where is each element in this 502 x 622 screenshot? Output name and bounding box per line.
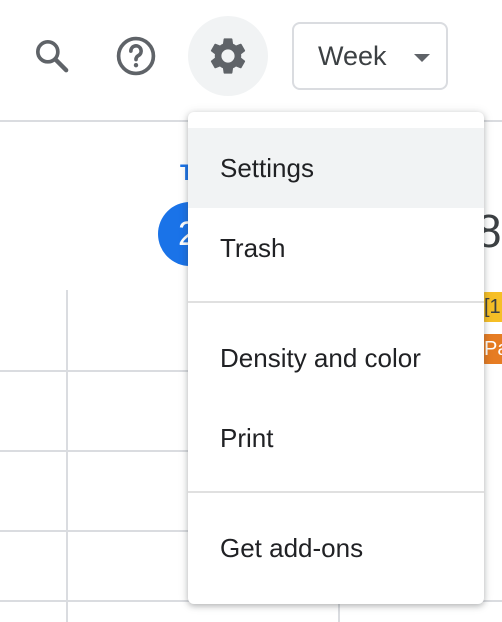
- view-select-dropdown[interactable]: Week: [292, 22, 448, 90]
- menu-divider: [188, 491, 484, 493]
- gear-icon: [210, 38, 246, 74]
- event-chip[interactable]: [1: [482, 292, 502, 322]
- settings-menu-button[interactable]: [188, 16, 268, 96]
- menu-item-density-and-color[interactable]: Density and color: [188, 318, 484, 398]
- grid-line: [0, 370, 190, 372]
- help-icon: [116, 36, 156, 76]
- grid-line: [0, 530, 190, 532]
- top-toolbar: Week: [0, 0, 502, 120]
- menu-divider: [188, 301, 484, 303]
- menu-item-label: Settings: [220, 152, 314, 183]
- search-button[interactable]: [12, 16, 92, 96]
- menu-item-label: Trash: [220, 232, 286, 263]
- menu-item-label: Print: [220, 422, 274, 453]
- event-chip[interactable]: Pa: [482, 334, 502, 364]
- search-icon: [36, 40, 69, 73]
- menu-item-trash[interactable]: Trash: [188, 208, 484, 288]
- help-button[interactable]: [96, 16, 176, 96]
- caret-down-icon: [414, 54, 430, 62]
- grid-line: [0, 450, 190, 452]
- menu-item-label: Density and color: [220, 342, 421, 373]
- menu-item-label: Get add-ons: [220, 532, 364, 563]
- settings-menu: Settings Trash Density and color Print G…: [188, 112, 484, 604]
- grid-line: [66, 290, 68, 622]
- menu-item-settings[interactable]: Settings: [188, 128, 484, 208]
- menu-item-get-add-ons[interactable]: Get add-ons: [188, 508, 484, 588]
- view-select-value: Week: [318, 40, 387, 71]
- menu-item-print[interactable]: Print: [188, 398, 484, 478]
